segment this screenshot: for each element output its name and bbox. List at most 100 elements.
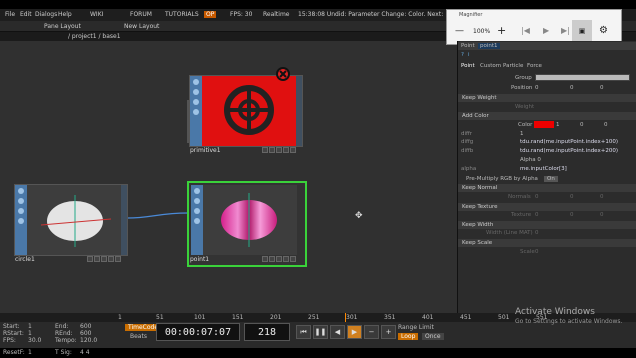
keep-normal-toggle[interactable]: Keep Normal (458, 184, 636, 192)
position-label: Position (511, 85, 533, 91)
once-toggle[interactable]: Once (422, 333, 444, 340)
node-flags-point1[interactable] (262, 256, 296, 262)
color-r[interactable]: 1 (556, 122, 560, 128)
row-label-diffg: diffg (461, 139, 474, 145)
new-layout-button[interactable]: New Layout (124, 23, 159, 30)
row-value-diffb[interactable]: tdu.rand(me.inputPoint.index+200) (520, 148, 618, 154)
menu-edit[interactable]: Edit (20, 11, 32, 18)
width-value[interactable]: 0 (535, 230, 539, 236)
normals-y[interactable]: 0 (570, 194, 574, 200)
timeline-tick: 101 (194, 314, 206, 321)
tab-particle[interactable]: Particle (503, 63, 523, 69)
node-flags-primitive1[interactable] (262, 147, 296, 153)
beats-toggle[interactable]: Beats (130, 333, 147, 340)
position-z[interactable]: 0 (600, 85, 604, 91)
rstart-value[interactable]: 1 (28, 330, 32, 337)
timeline-tick: 201 (270, 314, 282, 321)
tutorials-link[interactable]: TUTORIALS (165, 11, 199, 18)
reset-value[interactable]: 1 (28, 349, 32, 356)
play-forward-icon[interactable]: ▶ (347, 325, 362, 339)
node-label-point1[interactable]: point1 (190, 256, 209, 263)
menu-help[interactable]: Help (58, 11, 72, 18)
info-icon[interactable]: i (468, 52, 470, 58)
scale-value[interactable]: 0 (535, 249, 539, 255)
status-text: 15:38:08 Undid: Parameter Change: Color.… (298, 11, 444, 18)
node-flags-circle1[interactable] (87, 256, 121, 262)
position-x[interactable]: 0 (535, 85, 539, 91)
end-value[interactable]: 600 (80, 323, 91, 330)
color-g[interactable]: 0 (580, 122, 584, 128)
settings-gear-icon[interactable]: ⚙ (599, 25, 608, 36)
point-colored-circle-icon (221, 193, 277, 247)
wiki-link[interactable]: WIKI (90, 11, 103, 18)
op-type: Point (461, 43, 475, 49)
texture-v[interactable]: 0 (570, 212, 574, 218)
texture-u[interactable]: 0 (535, 212, 539, 218)
frame-display[interactable]: 218 (244, 323, 290, 341)
tempo-value[interactable]: 120.0 (80, 337, 97, 344)
next-icon[interactable]: ▶| (561, 26, 570, 35)
normals-z[interactable]: 0 (600, 194, 604, 200)
group-field[interactable] (535, 74, 630, 81)
realtime-toggle[interactable]: Realtime (263, 11, 290, 18)
fps-readout: FPS: 30 (230, 11, 253, 18)
range-limit-label: Range Limit (398, 324, 434, 331)
node-primitive1[interactable] (189, 75, 303, 147)
start-value[interactable]: 1 (28, 323, 32, 330)
panel-header: Point point1 (458, 42, 636, 50)
add-color-toggle[interactable]: Add Color (458, 112, 636, 120)
loop-toggle[interactable]: Loop (398, 333, 419, 340)
zoom-in-button[interactable]: + (497, 24, 506, 37)
node-point1-selected[interactable] (187, 181, 307, 267)
position-y[interactable]: 0 (570, 85, 574, 91)
color-swatch[interactable] (534, 121, 554, 128)
premult-toggle[interactable]: On (544, 176, 558, 182)
keep-scale-toggle[interactable]: Keep Scale (458, 239, 636, 247)
row-label-diffb: diffb (461, 148, 474, 154)
keep-texture-toggle[interactable]: Keep Texture (458, 203, 636, 211)
playhead[interactable] (345, 313, 346, 322)
color-b[interactable]: 0 (604, 122, 608, 128)
node-label-circle1[interactable]: circle1 (15, 256, 35, 263)
tab-point[interactable]: Point (461, 63, 475, 69)
alpha-row[interactable]: Alpha 0 (520, 157, 541, 163)
menu-dialogs[interactable]: Dialogs (35, 11, 57, 18)
tab-force[interactable]: Force (527, 63, 542, 69)
rend-label: REnd: (55, 330, 73, 337)
rend-value[interactable]: 600 (80, 330, 91, 337)
timecode-display[interactable]: 00:00:07:07 (156, 323, 240, 341)
node-label-primitive1[interactable]: primitive1 (190, 147, 221, 154)
rewind-icon[interactable]: ⏮ (296, 325, 311, 339)
step-back-icon[interactable]: − (364, 325, 379, 339)
row-value-diffg[interactable]: tdu.rand(me.inputPoint.index+100) (520, 139, 618, 145)
views-icon[interactable]: ▣ (572, 20, 592, 42)
fps-value[interactable]: 30.0 (28, 337, 41, 344)
zoom-out-button[interactable]: — (455, 26, 464, 36)
fps-label: FPS: (3, 337, 16, 344)
row-value-diffr[interactable]: 1 (520, 131, 524, 137)
error-icon[interactable] (276, 67, 290, 81)
move-cursor-icon: ✥ (355, 211, 363, 221)
op-button[interactable]: OP (204, 11, 217, 18)
op-name[interactable]: point1 (478, 43, 500, 49)
node-circle1[interactable] (14, 184, 128, 256)
color-label: Color (518, 122, 533, 128)
tsig-value[interactable]: 4 4 (80, 349, 90, 356)
forum-link[interactable]: FORUM (130, 11, 152, 18)
magnifier-window[interactable]: Magnifier — 100% + |◀ ▶ ▶| ▣ ⚙ (446, 9, 622, 45)
keep-weight-toggle[interactable]: Keep Weight (458, 94, 636, 102)
network-path-text[interactable]: / project1 / base1 (68, 33, 121, 40)
row-value-alpha[interactable]: me.inputColor[3] (520, 166, 567, 172)
help-icon[interactable]: ? (461, 52, 464, 58)
pause-icon[interactable]: ❚❚ (313, 325, 328, 339)
reverse-play-icon[interactable]: ◀ (330, 325, 345, 339)
tab-custom[interactable]: Custom (480, 63, 501, 69)
step-forward-icon[interactable]: + (381, 325, 396, 339)
menu-file[interactable]: File (5, 11, 15, 18)
pane-layout-button[interactable]: Pane Layout (44, 23, 81, 30)
play-icon[interactable]: ▶ (543, 26, 549, 35)
prev-icon[interactable]: |◀ (521, 26, 530, 35)
texture-w[interactable]: 0 (600, 212, 604, 218)
normals-x[interactable]: 0 (535, 194, 539, 200)
keep-width-toggle[interactable]: Keep Width (458, 221, 636, 229)
